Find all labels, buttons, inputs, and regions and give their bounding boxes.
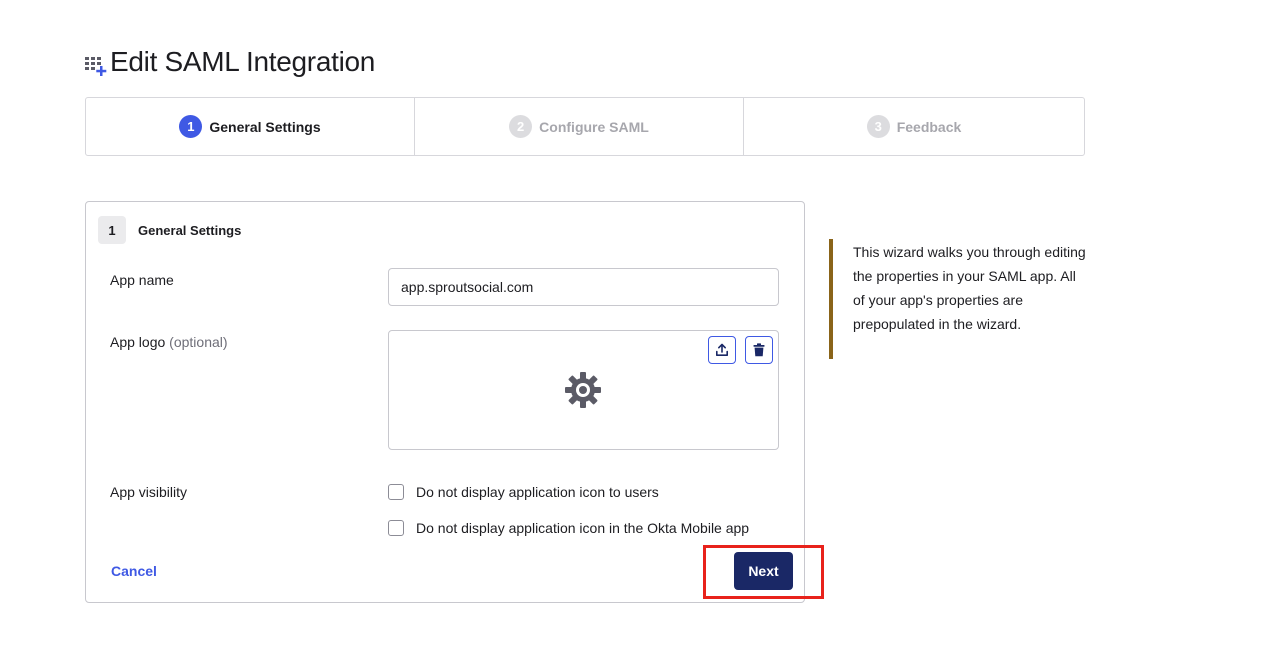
apps-add-icon	[84, 48, 108, 76]
step-number: 3	[866, 115, 890, 138]
hide-icon-mobile-option[interactable]: Do not display application icon in the O…	[388, 520, 749, 536]
delete-logo-button[interactable]	[745, 336, 773, 364]
wizard-help-text: This wizard walks you through editing th…	[829, 239, 1089, 359]
general-settings-card: 1 General Settings App name App logo (op…	[85, 201, 805, 603]
page-title: Edit SAML Integration	[110, 46, 376, 77]
step-general-settings[interactable]: 1 General Settings	[86, 98, 415, 155]
app-name-label: App name	[110, 272, 174, 288]
card-title: General Settings	[138, 222, 242, 238]
help-text: This wizard walks you through editing th…	[853, 244, 1086, 332]
hide-icon-users-checkbox[interactable]	[388, 484, 404, 500]
app-name-input[interactable]	[388, 268, 779, 306]
step-configure-saml[interactable]: 2 Configure SAML	[415, 98, 744, 155]
page-header: Edit SAML Integration	[84, 46, 375, 78]
gear-icon	[565, 372, 601, 408]
cancel-button[interactable]: Cancel	[111, 563, 157, 579]
app-logo-label-text: App logo	[110, 334, 166, 350]
hide-icon-users-option[interactable]: Do not display application icon to users	[388, 484, 659, 500]
app-logo-dropzone[interactable]	[388, 330, 779, 450]
next-button[interactable]: Next	[734, 552, 793, 590]
upload-icon	[716, 343, 728, 356]
hide-icon-mobile-label: Do not display application icon in the O…	[416, 520, 750, 536]
optional-hint: (optional)	[169, 334, 228, 350]
hide-icon-users-label: Do not display application icon to users	[416, 484, 659, 500]
step-label: General Settings	[209, 118, 321, 135]
app-visibility-label: App visibility	[110, 484, 188, 500]
step-number: 1	[179, 115, 203, 138]
step-label: Feedback	[896, 118, 962, 135]
step-number: 2	[509, 115, 533, 138]
card-step-number: 1	[98, 216, 126, 244]
upload-logo-button[interactable]	[708, 336, 736, 364]
hide-icon-mobile-checkbox[interactable]	[388, 520, 404, 536]
wizard-stepper: 1 General Settings 2 Configure SAML 3 Fe…	[85, 97, 1085, 156]
card-header: 1 General Settings	[98, 216, 241, 244]
trash-icon	[753, 343, 765, 357]
app-logo-label: App logo (optional)	[110, 334, 228, 350]
step-label: Configure SAML	[539, 118, 649, 135]
step-feedback[interactable]: 3 Feedback	[744, 98, 1084, 155]
